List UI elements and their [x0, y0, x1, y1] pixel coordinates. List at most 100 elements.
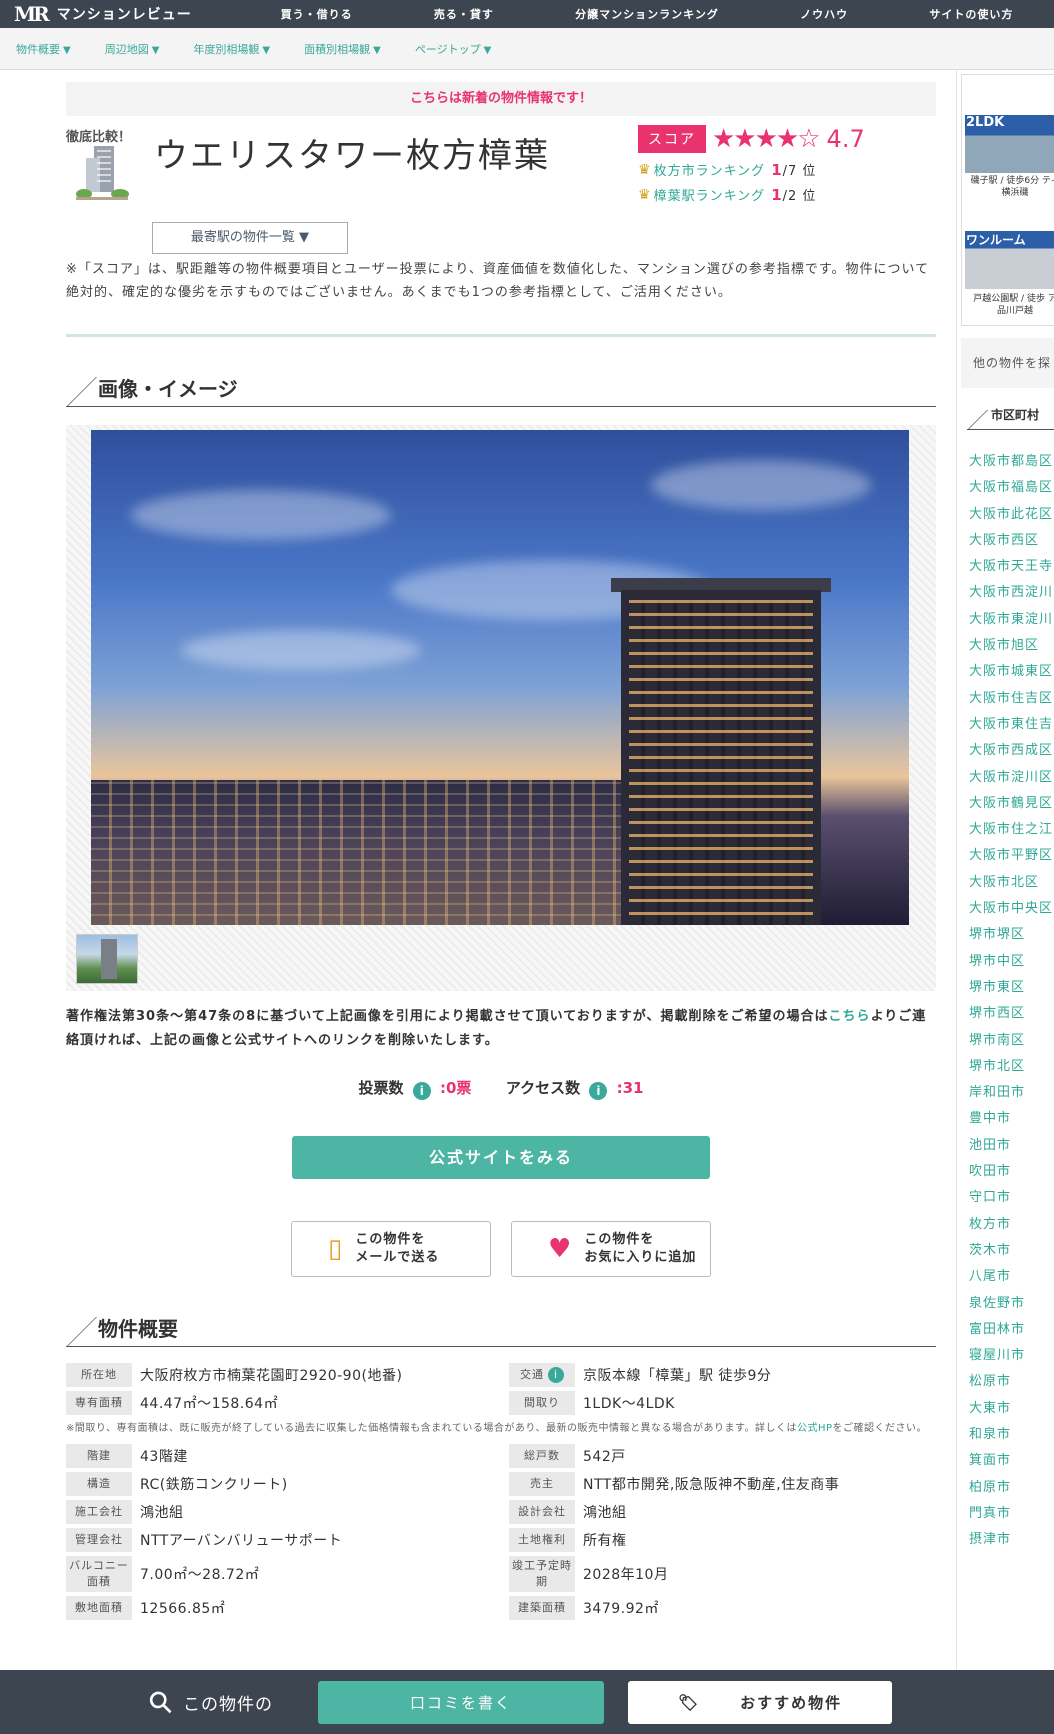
city-link[interactable]: 大阪市住之江区 — [969, 818, 1054, 844]
city-link[interactable]: 大阪市此花区 — [969, 503, 1054, 529]
send-mail-button[interactable]: ▯ この物件を メールで送る — [291, 1221, 491, 1277]
city-link[interactable]: 大阪市西淀川区 — [969, 581, 1054, 607]
ad-banner[interactable]: 2LDK 磯子駅 / 徒歩6分 ティ横浜磯 ワンルーム 戸越公園駅 / 徒歩 ア… — [961, 74, 1054, 326]
city-link[interactable]: 八尾市 — [969, 1265, 1054, 1291]
ranking-total: /7 位 — [782, 164, 817, 179]
nav-sell-lend[interactable]: 売る・貸す — [434, 6, 494, 22]
city-link[interactable]: 大阪市福島区 — [969, 476, 1054, 502]
info-icon[interactable]: i — [589, 1082, 608, 1100]
city-link[interactable]: 堺市南区 — [969, 1029, 1054, 1055]
city-link[interactable]: 堺市西区 — [969, 1002, 1054, 1028]
city-link[interactable]: 柏原市 — [969, 1476, 1054, 1502]
city-link[interactable]: 守口市 — [969, 1186, 1054, 1212]
nav-ranking[interactable]: 分譲マンションランキング — [575, 6, 719, 22]
city-link[interactable]: 泉佐野市 — [969, 1292, 1054, 1318]
city-link[interactable]: 堺市東区 — [969, 976, 1054, 1002]
prop-row: 管理会社 NTTアーバンバリューサポート — [66, 1526, 493, 1554]
nav-buy-rent[interactable]: 買う・借りる — [281, 6, 353, 22]
prop-key: 土地権利 — [509, 1528, 575, 1552]
crown-icon: ♛ — [638, 186, 652, 203]
main-content: こちらは新着の物件情報です！ 徹底比較！ ウエリスタワー枚方樟葉 最寄駅の物件一… — [66, 70, 936, 1622]
city-link[interactable]: 大阪市北区 — [969, 871, 1054, 897]
city-link[interactable]: 箕面市 — [969, 1449, 1054, 1475]
info-icon[interactable]: i — [548, 1367, 564, 1383]
vote-access-counts: 投票数 i :0票 アクセス数 i :31 — [66, 1077, 936, 1100]
site-name: マンションレビュー — [56, 7, 192, 23]
ranking-city[interactable]: ♛ 枚方市ランキング 1 /7 位 — [638, 160, 865, 180]
other-property-search[interactable]: 他の物件を探 — [961, 338, 1054, 388]
anchor-page-top[interactable]: ページトップ ▼ — [415, 41, 491, 57]
prop-key: 総戸数 — [509, 1444, 575, 1468]
city-link[interactable]: 大阪市西成区 — [969, 739, 1054, 765]
city-link[interactable]: 大阪市西区 — [969, 529, 1054, 555]
city-link[interactable]: 大阪市中央区 — [969, 897, 1054, 923]
city-link[interactable]: 茨木市 — [969, 1239, 1054, 1265]
city-link[interactable]: 摂津市 — [969, 1528, 1054, 1554]
ranking-station[interactable]: ♛ 樟葉駅ランキング 1 /2 位 — [638, 185, 865, 205]
recommended-button[interactable]: 🏷 おすすめ物件 — [628, 1681, 892, 1724]
area-note: ※間取り、専有面積は、既に販売が終了している過去に収集した価格情報も含まれている… — [66, 1421, 936, 1436]
prop-value: RC(鉄筋コンクリート) — [140, 1477, 288, 1493]
prop-row: 土地権利 所有権 — [509, 1526, 936, 1554]
global-nav: 買う・借りる 売る・貸す 分譲マンションランキング ノウハウ サイトの使い方 — [240, 6, 1054, 22]
city-link[interactable]: 寝屋川市 — [969, 1344, 1054, 1370]
city-link[interactable]: 大阪市淀川区 — [969, 766, 1054, 792]
city-link[interactable]: 大阪市旭区 — [969, 634, 1054, 660]
nearest-station-list-button[interactable]: 最寄駅の物件一覧 ▼ — [152, 222, 348, 254]
city-link[interactable]: 大阪市鶴見区 — [969, 792, 1054, 818]
city-link[interactable]: 大阪市住吉区 — [969, 687, 1054, 713]
caret-down-icon: ▼ — [63, 44, 71, 56]
city-link[interactable]: 吹田市 — [969, 1160, 1054, 1186]
write-review-button[interactable]: 口コミを書く — [318, 1681, 604, 1724]
city-link[interactable]: 枚方市 — [969, 1213, 1054, 1239]
city-link[interactable]: 大阪市東住吉区 — [969, 713, 1054, 739]
cityscape — [91, 780, 631, 925]
city-link[interactable]: 堺市北区 — [969, 1055, 1054, 1081]
city-link[interactable]: 大阪市東淀川区 — [969, 608, 1054, 634]
city-link[interactable]: 和泉市 — [969, 1423, 1054, 1449]
prop-value: 43階建 — [140, 1449, 188, 1465]
tower-building — [621, 590, 821, 925]
city-link[interactable]: 大阪市都島区 — [969, 450, 1054, 476]
anchor-label: 面積別相場観 — [304, 42, 371, 56]
cloud — [651, 460, 871, 510]
contact-link[interactable]: こちら — [829, 1009, 871, 1024]
anchor-area-price[interactable]: 面積別相場観 ▼ — [304, 41, 381, 57]
nav-howto[interactable]: サイトの使い方 — [929, 6, 1013, 22]
prop-row: 売主 NTT都市開発,阪急阪神不動産,住友商事 — [509, 1470, 936, 1498]
prop-value: 1LDK～4LDK — [583, 1396, 675, 1412]
add-favorite-button[interactable]: ♥ この物件を お気に入りに追加 — [511, 1221, 711, 1277]
label-line: この物件を — [584, 1232, 655, 1247]
anchor-yearly-price[interactable]: 年度別相場観 ▼ — [193, 41, 270, 57]
city-link[interactable]: 堺市堺区 — [969, 923, 1054, 949]
city-link[interactable]: 大阪市城東区 — [969, 660, 1054, 686]
city-link[interactable]: 富田林市 — [969, 1318, 1054, 1344]
city-link[interactable]: 堺市中区 — [969, 950, 1054, 976]
city-link[interactable]: 岸和田市 — [969, 1081, 1054, 1107]
prop-key: 建築面積 — [509, 1596, 575, 1620]
city-link[interactable]: 大東市 — [969, 1397, 1054, 1423]
info-icon[interactable]: i — [412, 1082, 431, 1100]
main-property-image[interactable] — [91, 430, 909, 925]
city-link[interactable]: 門真市 — [969, 1502, 1054, 1528]
score-value: 4.7 — [826, 125, 865, 153]
anchor-map[interactable]: 周辺地図 ▼ — [105, 41, 160, 57]
image-thumbnail[interactable] — [76, 934, 138, 984]
anchor-overview[interactable]: 物件概要 ▼ — [16, 41, 71, 57]
official-hp-link[interactable]: 公式HP — [797, 1423, 833, 1434]
city-link[interactable]: 松原市 — [969, 1370, 1054, 1396]
ranking-label: 枚方市ランキング — [653, 164, 766, 179]
city-link[interactable]: 池田市 — [969, 1134, 1054, 1160]
logo-mark: MR — [14, 2, 50, 26]
city-link[interactable]: 大阪市平野区 — [969, 844, 1054, 870]
caret-down-icon: ▼ — [262, 44, 271, 56]
nav-knowhow[interactable]: ノウハウ — [800, 6, 848, 22]
city-link[interactable]: 豊中市 — [969, 1107, 1054, 1133]
city-link[interactable]: 大阪市天王寺区 — [969, 555, 1054, 581]
ad-caption: 磯子駅 / 徒歩6分 ティ横浜磯 — [970, 176, 1054, 198]
prop-key-text: 交通 — [520, 1368, 544, 1381]
prop-value: 所有権 — [583, 1533, 627, 1549]
prop-row: 建築面積 3479.92㎡ — [509, 1594, 936, 1622]
official-site-button[interactable]: 公式サイトをみる — [292, 1136, 710, 1179]
site-logo[interactable]: MR マンションレビュー — [0, 2, 240, 26]
